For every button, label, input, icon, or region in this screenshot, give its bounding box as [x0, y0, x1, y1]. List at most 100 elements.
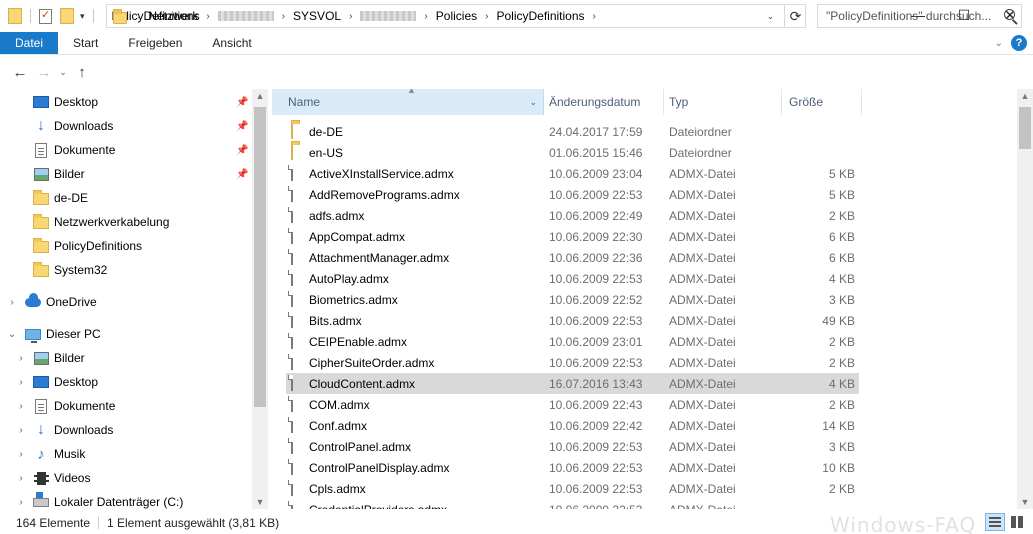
- chevron-right-icon[interactable]: ›: [589, 11, 600, 22]
- chevron-right-icon[interactable]: ›: [14, 449, 28, 460]
- column-header-size[interactable]: Größe: [782, 89, 862, 115]
- table-row[interactable]: AttachmentManager.admx 10.06.2009 22:36 AD…: [286, 247, 859, 268]
- properties-icon[interactable]: [39, 8, 52, 24]
- nav-scrollbar-thumb[interactable]: [254, 107, 266, 407]
- chevron-right-icon[interactable]: ›: [420, 11, 431, 22]
- table-row[interactable]: Biometrics.admx 10.06.2009 22:52 ADMX-Date…: [286, 289, 859, 310]
- chevron-right-icon[interactable]: ›: [14, 425, 28, 436]
- tab-ansicht[interactable]: Ansicht: [197, 32, 266, 54]
- table-row[interactable]: CEIPEnable.admx 10.06.2009 23:01 ADMX-Date…: [286, 331, 859, 352]
- refresh-icon[interactable]: ⟳: [784, 4, 806, 28]
- address-dropdown-icon[interactable]: ⌄: [759, 10, 781, 22]
- file-name: COM.admx: [309, 398, 370, 412]
- column-header-name[interactable]: ▲ Name ⌄: [272, 89, 544, 115]
- chevron-right-icon[interactable]: ›: [133, 11, 144, 22]
- table-row[interactable]: AppCompat.admx 10.06.2009 22:30 ADMX-Datei…: [286, 226, 859, 247]
- customize-toolbar-icon[interactable]: ▾: [80, 11, 85, 22]
- nav-this-pc[interactable]: ⌄ Dieser PC: [0, 323, 250, 345]
- chevron-right-icon[interactable]: ›: [202, 11, 213, 22]
- nav-quick-6[interactable]: Netzwerkverkabelung: [0, 211, 250, 233]
- pin-icon[interactable]: 📌: [236, 121, 248, 132]
- file-date: 10.06.2009 23:01: [549, 335, 643, 349]
- new-folder-icon[interactable]: [60, 8, 74, 24]
- table-row[interactable]: Cpls.admx 10.06.2009 22:53 ADMX-Datei 2 KB: [286, 478, 859, 499]
- tab-start[interactable]: Start: [58, 32, 113, 54]
- table-row[interactable]: AutoPlay.admx 10.06.2009 22:53 ADMX-Datei 4…: [286, 268, 859, 289]
- pin-icon[interactable]: 📌: [236, 169, 248, 180]
- table-row[interactable]: Bits.admx 10.06.2009 22:53 ADMX-Datei 49 KB: [286, 310, 859, 331]
- pin-icon[interactable]: 📌: [236, 97, 248, 108]
- chevron-right-icon[interactable]: ›: [278, 11, 289, 22]
- details-view-button[interactable]: [985, 513, 1005, 531]
- back-arrow-icon[interactable]: ←: [8, 64, 32, 81]
- table-row[interactable]: CredentialProviders.admx 10.06.2009 22:53…: [286, 499, 859, 509]
- file-icon: [291, 228, 293, 244]
- scroll-down-icon[interactable]: ▼: [252, 497, 268, 507]
- table-row[interactable]: COM.admx 10.06.2009 22:43 ADMX-Datei 2 KB: [286, 394, 859, 415]
- scroll-up-icon[interactable]: ▲: [1017, 91, 1033, 101]
- nav-pc-5[interactable]: › ♪ Musik: [0, 443, 250, 465]
- table-row[interactable]: de-DE 24.04.2017 17:59 Dateiordner: [286, 121, 859, 142]
- chevron-down-icon[interactable]: ⌄: [5, 329, 19, 340]
- nav-scrollbar[interactable]: ▲ ▼: [252, 89, 268, 509]
- nav-pc-4[interactable]: › ↓ Downloads: [0, 419, 250, 441]
- column-header-date[interactable]: Änderungsdatum: [544, 89, 664, 115]
- search-input[interactable]: "PolicyDefinitions" durchsuch...: [817, 4, 1022, 28]
- tab-freigeben[interactable]: Freigeben: [113, 32, 197, 54]
- nav-pc-3[interactable]: › Dokumente: [0, 395, 250, 417]
- nav-pc-1[interactable]: › Bilder: [0, 347, 250, 369]
- chevron-right-icon[interactable]: ›: [14, 353, 28, 364]
- nav-pc-7[interactable]: › Lokaler Datenträger (C:): [0, 491, 250, 509]
- nav-onedrive[interactable]: › OneDrive: [0, 291, 250, 313]
- chevron-right-icon[interactable]: ›: [14, 497, 28, 508]
- nav-quick-4[interactable]: Bilder 📌: [0, 163, 250, 185]
- chevron-right-icon[interactable]: ›: [5, 297, 19, 308]
- table-row[interactable]: CloudContent.admx 16.07.2016 13:43 ADMX-Da…: [286, 373, 859, 394]
- folder-icon: [291, 123, 293, 139]
- nav-quick-5[interactable]: de-DE: [0, 187, 250, 209]
- pin-icon[interactable]: 📌: [236, 145, 248, 156]
- nav-pc-2[interactable]: › Desktop: [0, 371, 250, 393]
- nav-quick-3[interactable]: Dokumente 📌: [0, 139, 250, 161]
- crumb-policies[interactable]: Policies: [432, 9, 481, 23]
- crumb-policydefinitions[interactable]: PolicyDefinitions: [492, 9, 588, 23]
- tab-datei[interactable]: Datei: [0, 32, 59, 54]
- nav-item-label: PolicyDefinitions: [54, 239, 143, 253]
- forward-arrow-icon[interactable]: →: [32, 64, 56, 81]
- table-row[interactable]: CipherSuiteOrder.admx 10.06.2009 22:53 ADM…: [286, 352, 859, 373]
- table-row[interactable]: ControlPanel.admx 10.06.2009 22:53 ADMX-Da…: [286, 436, 859, 457]
- expand-ribbon-icon[interactable]: ⌄: [995, 38, 1003, 49]
- tiles-view-button[interactable]: [1007, 513, 1027, 531]
- nav-quick-8[interactable]: System32: [0, 259, 250, 281]
- table-row[interactable]: adfs.admx 10.06.2009 22:49 ADMX-Datei 2 KB: [286, 205, 859, 226]
- file-type: ADMX-Datei: [669, 272, 736, 286]
- scroll-up-icon[interactable]: ▲: [252, 91, 268, 101]
- content-scrollbar[interactable]: ▲ ▼: [1017, 89, 1033, 509]
- help-icon[interactable]: ?: [1011, 35, 1027, 51]
- nav-quick-2[interactable]: ↓ Downloads 📌: [0, 115, 250, 137]
- table-row[interactable]: Conf.admx 10.06.2009 22:42 ADMX-Datei 14 KB: [286, 415, 859, 436]
- scroll-down-icon[interactable]: ▼: [1017, 497, 1033, 507]
- crumb-netzwerk[interactable]: Netzwerk: [144, 9, 202, 23]
- nav-pc-6[interactable]: › Videos: [0, 467, 250, 489]
- nav-quick-7[interactable]: PolicyDefinitions: [0, 235, 250, 257]
- crumb-sysvol[interactable]: SYSVOL: [289, 9, 345, 23]
- table-row[interactable]: en-US 01.06.2015 15:46 Dateiordner: [286, 142, 859, 163]
- chevron-right-icon[interactable]: ›: [345, 11, 356, 22]
- chevron-down-icon[interactable]: ⌄: [529, 97, 537, 108]
- chevron-right-icon[interactable]: ›: [14, 377, 28, 388]
- address-bar[interactable]: › Netzwerk › › SYSVOL › › Policies › Pol…: [106, 4, 806, 28]
- table-row[interactable]: AddRemovePrograms.admx 10.06.2009 22:53 AD…: [286, 184, 859, 205]
- up-arrow-icon[interactable]: ↑: [70, 64, 94, 81]
- recent-locations-icon[interactable]: ⌄: [56, 67, 70, 78]
- chevron-right-icon[interactable]: ›: [481, 11, 492, 22]
- nav-quick-1[interactable]: Desktop 📌: [0, 91, 250, 113]
- column-header-type[interactable]: Typ: [664, 89, 782, 115]
- folder-icon[interactable]: [8, 8, 22, 24]
- table-row[interactable]: ActiveXInstallService.admx 10.06.2009 23:…: [286, 163, 859, 184]
- chevron-right-icon[interactable]: ›: [14, 473, 28, 484]
- content-scrollbar-thumb[interactable]: [1019, 107, 1031, 149]
- table-row[interactable]: ControlPanelDisplay.admx 10.06.2009 22:53…: [286, 457, 859, 478]
- chevron-right-icon[interactable]: ›: [14, 401, 28, 412]
- file-icon: [291, 417, 293, 433]
